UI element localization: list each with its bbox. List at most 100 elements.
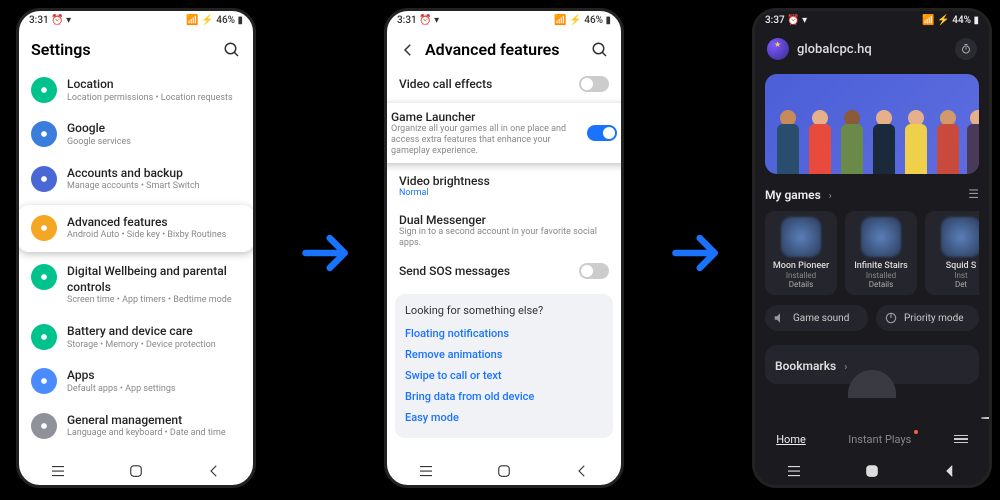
game-card[interactable]: Moon Pioneer Installed Details — [765, 211, 837, 295]
game-details-link[interactable]: Det — [929, 280, 979, 289]
status-bar: 3:31 ⏰ ▾ 📶 ⚡ 46% ▮ — [387, 11, 621, 30]
timer-icon[interactable] — [955, 38, 977, 60]
category-icon — [31, 215, 57, 241]
game-card[interactable]: Infinite Stairs Installed Details — [845, 211, 917, 295]
back-button[interactable] — [573, 462, 591, 480]
item-subtitle: Storage • Memory • Device protection — [67, 340, 241, 352]
toggle-switch[interactable] — [587, 125, 617, 141]
extra-link[interactable]: Bring data from old device — [405, 386, 603, 407]
priority-mode-button[interactable]: Priority mode — [876, 305, 979, 331]
home-button[interactable] — [495, 462, 513, 480]
game-icon — [861, 217, 901, 257]
item-title: Apps — [67, 368, 241, 384]
item-title: Location — [67, 77, 241, 93]
looking-for-box: Looking for something else? Floating not… — [395, 294, 613, 438]
settings-list: LocationLocation permissions • Location … — [19, 69, 253, 448]
settings-item[interactable]: Advanced featuresAndroid Auto • Side key… — [17, 205, 255, 252]
feature-title: Video call effects — [399, 77, 579, 91]
feature-item[interactable]: Send SOS messages — [387, 256, 621, 286]
game-sound-button[interactable]: Game sound — [765, 305, 868, 331]
drawer-handle-icon[interactable] — [848, 370, 896, 398]
feature-item[interactable]: Video brightnessNormal — [387, 167, 621, 206]
feature-item[interactable]: Game LauncherOrganize all your games all… — [384, 103, 624, 163]
phone-settings-screen: 3:31 ⏰ ▾ 📶 ⚡ 46% ▮ Settings LocationLoca… — [16, 8, 256, 488]
feature-title: Video brightness — [399, 174, 609, 188]
game-card[interactable]: Squid S Inst Det — [925, 211, 979, 295]
game-controls: Game sound Priority mode — [765, 305, 979, 331]
item-subtitle: Google services — [67, 137, 241, 149]
status-bar: 3:37 ⏰ ▾ 📶 ⚡ 44% ▮ — [755, 11, 989, 30]
settings-item[interactable]: Digital Wellbeing and parental controlsS… — [25, 256, 247, 315]
settings-item[interactable]: LocationLocation permissions • Location … — [25, 69, 247, 112]
search-icon[interactable] — [223, 41, 241, 59]
bookmarks-section[interactable]: Bookmarks › — [765, 345, 979, 384]
settings-item[interactable]: GoogleGoogle services — [25, 113, 247, 156]
feature-title: Game Launcher — [391, 110, 587, 124]
game-details-link[interactable]: Details — [769, 280, 833, 289]
phone-game-launcher: 3:37 ⏰ ▾ 📶 ⚡ 44% ▮ globalcpc.hq My games… — [752, 8, 992, 488]
chevron-right-icon: › — [844, 362, 847, 373]
sort-icon[interactable]: ☰ — [968, 187, 979, 201]
avatar-icon[interactable] — [767, 38, 789, 60]
extra-link[interactable]: Remove animations — [405, 344, 603, 365]
tab-instant-plays[interactable]: Instant Plays — [848, 433, 911, 446]
game-name: Moon Pioneer — [769, 261, 833, 271]
page-title: Advanced features — [425, 40, 591, 59]
tab-bar: Home Instant Plays — [755, 421, 989, 457]
recents-button[interactable] — [49, 462, 67, 480]
settings-item[interactable]: Accounts and backupManage accounts • Sma… — [25, 158, 247, 201]
game-name: Infinite Stairs — [849, 261, 913, 271]
header: Advanced features — [387, 30, 621, 69]
feature-item[interactable]: Dual MessengerSign in to a second accoun… — [387, 206, 621, 256]
nav-bar — [19, 457, 253, 485]
feature-item[interactable]: Video call effects — [387, 69, 621, 99]
item-title: Google — [67, 121, 241, 137]
category-icon — [31, 121, 57, 147]
game-status: Inst — [929, 271, 979, 280]
features-list: Video call effects Game LauncherOrganize … — [387, 69, 621, 286]
recents-button[interactable] — [785, 462, 803, 480]
extra-link[interactable]: Floating notifications — [405, 323, 603, 344]
item-subtitle: Language and keyboard • Date and time — [67, 428, 241, 440]
arrow-icon — [668, 225, 724, 295]
my-games-title[interactable]: My games › — [765, 184, 832, 203]
category-icon — [31, 324, 57, 350]
back-icon[interactable] — [399, 41, 417, 59]
item-title: Accounts and backup — [67, 166, 241, 182]
feature-subtitle: Organize all your games all in one place… — [391, 124, 587, 156]
back-button[interactable] — [941, 462, 959, 480]
game-launcher-header: globalcpc.hq — [755, 30, 989, 68]
home-button[interactable] — [863, 462, 881, 480]
feature-title: Dual Messenger — [399, 213, 609, 227]
arrow-icon — [298, 225, 354, 295]
item-subtitle: Screen time • App timers • Bedtime mode — [67, 295, 241, 307]
tab-home[interactable]: Home — [776, 433, 806, 446]
extra-link[interactable]: Easy mode — [405, 407, 603, 428]
settings-item[interactable]: Battery and device careStorage • Memory … — [25, 316, 247, 359]
category-icon — [31, 77, 57, 103]
toggle-switch[interactable] — [579, 263, 609, 279]
status-bar: 3:31 ⏰ ▾ 📶 ⚡ 46% ▮ — [19, 11, 253, 30]
extra-link[interactable]: Swipe to call or text — [405, 365, 603, 386]
toggle-switch[interactable] — [579, 76, 609, 92]
item-subtitle: Manage accounts • Smart Switch — [67, 181, 241, 193]
game-status: Installed — [849, 271, 913, 280]
item-subtitle: Location permissions • Location requests — [67, 93, 241, 105]
category-icon — [31, 368, 57, 394]
home-button[interactable] — [127, 462, 145, 480]
back-button[interactable] — [205, 462, 223, 480]
sound-icon — [773, 311, 787, 325]
username[interactable]: globalcpc.hq — [797, 42, 947, 57]
chevron-right-icon: › — [829, 191, 832, 202]
category-icon — [31, 264, 57, 290]
category-icon — [31, 166, 57, 192]
hero-image[interactable] — [765, 74, 979, 174]
game-details-link[interactable]: Details — [849, 280, 913, 289]
recents-button[interactable] — [417, 462, 435, 480]
search-icon[interactable] — [591, 41, 609, 59]
menu-icon[interactable] — [954, 435, 968, 444]
settings-item[interactable]: AppsDefault apps • App settings — [25, 360, 247, 403]
settings-item[interactable]: General managementLanguage and keyboard … — [25, 405, 247, 448]
power-icon — [884, 311, 898, 325]
item-subtitle: Default apps • App settings — [67, 384, 241, 396]
